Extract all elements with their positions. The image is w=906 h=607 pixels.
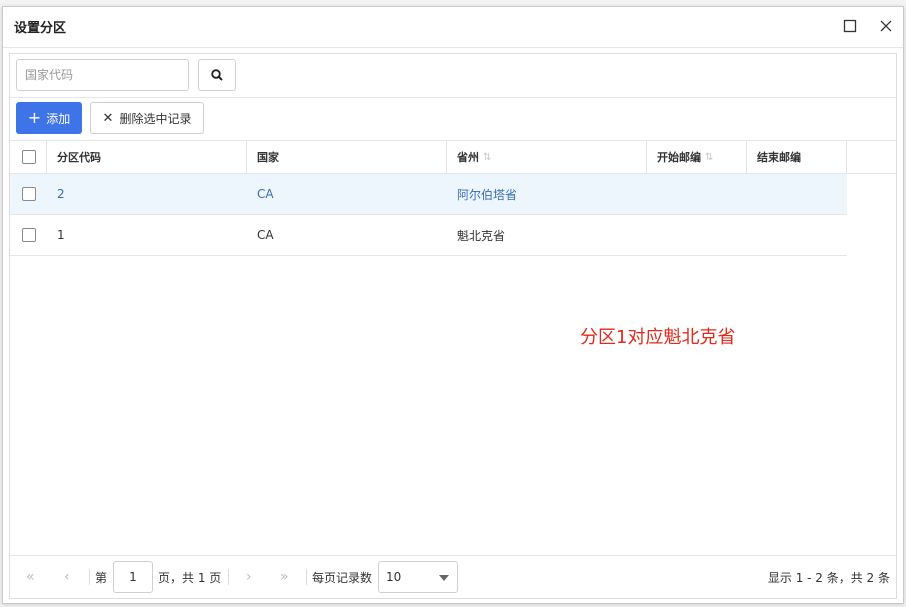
delete-selected-label: 删除选中记录 <box>119 111 192 126</box>
table-header: 分区代码 国家 省州 ⇅ 开始邮编 ⇅ 结束邮编 <box>10 141 896 174</box>
previous-page-icon[interactable]: ‹ <box>64 556 70 598</box>
cell-province: 魁北克省 <box>457 228 506 243</box>
table-row[interactable]: 1 CA 魁北克省 <box>10 215 847 256</box>
page-prefix: 第 <box>95 570 108 585</box>
chevron-down-icon <box>439 575 449 581</box>
cell-end-zip <box>747 174 847 214</box>
pager-divider <box>306 569 307 585</box>
row-select-cell <box>10 215 47 255</box>
pager-divider <box>228 569 229 585</box>
close-small-icon: ✕ <box>102 110 114 126</box>
cell-start-zip <box>647 174 747 214</box>
select-all-cell <box>10 141 47 173</box>
pagination-bar: « ‹ 第 页，共 1 页 › » 每页记录数 10 显示 1 - 2 条，共 … <box>10 555 896 598</box>
sort-icon: ⇅ <box>705 151 714 163</box>
page-size-value: 10 <box>386 570 402 584</box>
search-bar <box>10 54 896 98</box>
country-code-search-input[interactable] <box>16 59 189 91</box>
page-number-input[interactable] <box>113 561 153 593</box>
cell-province: 阿尔伯塔省 <box>457 187 518 202</box>
add-button-label: 添加 <box>46 111 71 126</box>
dialog-titlebar: 设置分区 <box>3 7 903 48</box>
first-page-icon[interactable]: « <box>26 556 35 598</box>
maximize-icon[interactable] <box>841 17 859 35</box>
cell-code: 2 <box>57 187 65 201</box>
cell-country: CA <box>257 228 274 242</box>
search-icon <box>211 69 223 81</box>
last-page-icon[interactable]: » <box>280 556 289 598</box>
search-button[interactable] <box>198 59 236 91</box>
close-icon[interactable] <box>877 17 895 35</box>
table-row[interactable]: 2 CA 阿尔伯塔省 <box>10 174 847 215</box>
delete-selected-button[interactable]: ✕ 删除选中记录 <box>90 102 204 134</box>
dialog-content: + 添加 ✕ 删除选中记录 分区代码 国家 省州 <box>9 53 897 599</box>
toolbar: + 添加 ✕ 删除选中记录 <box>10 97 896 141</box>
column-header-province[interactable]: 省州 ⇅ <box>447 141 647 173</box>
cell-code: 1 <box>57 228 65 242</box>
cell-end-zip <box>747 215 847 255</box>
select-all-checkbox[interactable] <box>22 150 36 164</box>
plus-icon: + <box>27 108 42 127</box>
annotation-text: 分区1对应魁北克省 <box>580 327 736 348</box>
row-select-cell <box>10 174 47 214</box>
sort-icon: ⇅ <box>483 151 492 163</box>
column-header-start-zip[interactable]: 开始邮编 ⇅ <box>647 141 747 173</box>
partition-dialog: 设置分区 + 添加 ✕ 删除选中记录 <box>2 6 904 604</box>
page-suffix: 页，共 1 页 <box>158 570 222 585</box>
row-checkbox[interactable] <box>22 187 36 201</box>
dialog-title: 设置分区 <box>14 21 67 36</box>
row-checkbox[interactable] <box>22 228 36 242</box>
cell-country: CA <box>257 187 274 201</box>
page-size-select[interactable]: 10 <box>378 561 458 593</box>
record-info: 显示 1 - 2 条，共 2 条 <box>767 570 890 585</box>
column-header-country[interactable]: 国家 <box>247 141 447 173</box>
column-header-code[interactable]: 分区代码 <box>47 141 247 173</box>
cell-start-zip <box>647 215 747 255</box>
next-page-icon[interactable]: › <box>246 556 252 598</box>
data-grid: 分区代码 国家 省州 ⇅ 开始邮编 ⇅ 结束邮编 2 CA 阿尔伯塔省 1 CA… <box>10 141 896 553</box>
column-header-end-zip[interactable]: 结束邮编 <box>747 141 847 173</box>
page-size-label: 每页记录数 <box>312 570 373 585</box>
add-button[interactable]: + 添加 <box>16 102 82 134</box>
pager-divider <box>89 569 90 585</box>
